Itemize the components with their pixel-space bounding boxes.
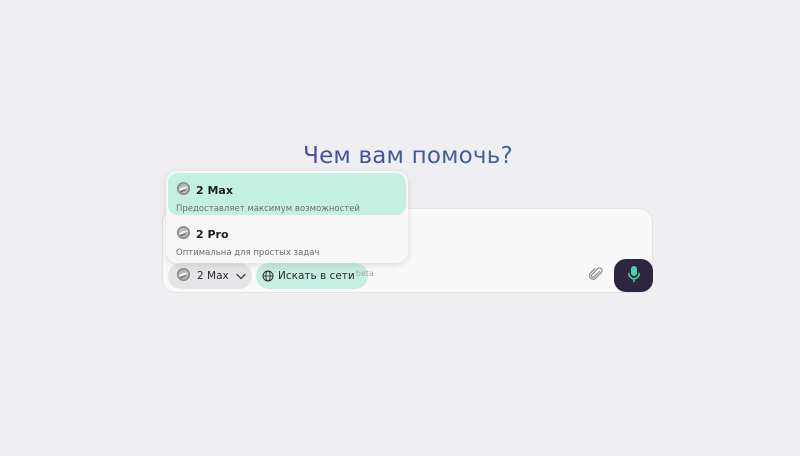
model-option-description: Оптимальна для простых задач (176, 248, 320, 258)
web-search-toggle[interactable]: Искать в сети beta (256, 263, 374, 289)
model-option-name: 2 Pro (196, 228, 229, 241)
model-logo-icon (176, 267, 191, 286)
beta-badge: beta (355, 268, 374, 278)
paperclip-icon (588, 266, 604, 286)
model-logo-icon (176, 181, 191, 200)
model-option-2-pro[interactable]: 2 Pro Оптимальна для простых задач (168, 217, 406, 259)
attach-file-button[interactable] (586, 266, 606, 286)
model-logo-icon (176, 225, 191, 244)
voice-input-button[interactable] (614, 259, 653, 292)
model-option-name: 2 Max (196, 184, 233, 197)
microphone-icon (627, 265, 641, 287)
model-option-2-max[interactable]: 2 Max Предоставляет максимум возможносте… (168, 173, 406, 215)
model-dropdown: 2 Max Предоставляет максимум возможносте… (166, 171, 408, 263)
globe-icon (262, 267, 274, 286)
model-selector-button[interactable]: 2 Max (168, 263, 252, 289)
model-selector-label: 2 Max (197, 270, 229, 282)
page-title: Чем вам помочь? (0, 143, 800, 169)
model-option-description: Предоставляет максимум возможностей (176, 204, 361, 214)
page: Чем вам помочь? 2 Max Искать в сети beta… (0, 0, 800, 456)
web-search-label: Искать в сети (278, 270, 355, 282)
chevron-down-icon (236, 273, 246, 280)
